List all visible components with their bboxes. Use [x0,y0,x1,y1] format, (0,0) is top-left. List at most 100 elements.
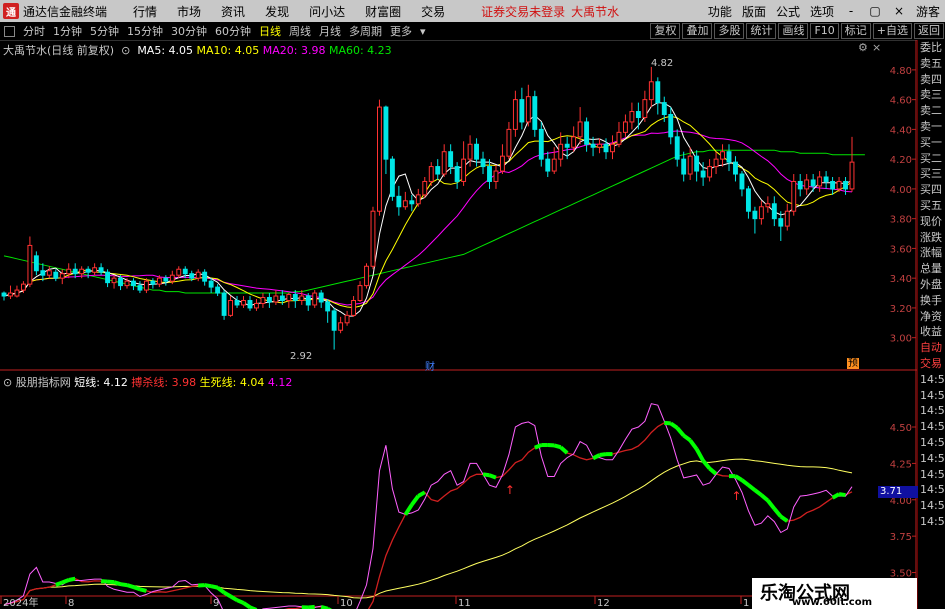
candle-body [396,195,402,208]
quote-panel-label: 卖三 [920,88,942,102]
candle-body [538,128,544,160]
candle-body [532,96,538,130]
main-y-label: 3.80 [890,215,912,226]
finance-marker[interactable]: 财 [425,358,435,373]
bobo-band [534,443,543,450]
bobo-band [113,580,122,587]
quote-panel-label: 14:56 [920,404,945,418]
candle-body [169,274,175,282]
candle-body [8,292,13,297]
low-annotation: 2.92 [290,351,313,362]
ma10-line [3,115,853,309]
candle-body [182,268,188,275]
bobo-band [236,598,245,605]
candle-body [745,188,751,212]
candle-body [260,297,266,304]
candle-body [92,267,98,273]
candle-body [118,277,123,287]
candle-body [551,158,557,172]
candle-body [694,155,700,172]
candle-body [325,301,331,312]
sub-y-label: 3.75 [890,532,912,543]
bobo-band [701,459,712,470]
candle-body [124,280,130,287]
bobo-band [488,473,497,480]
candle-body [234,299,240,306]
kline-chart[interactable]: 4.80 4.60 4.40 4.20 4.00 3.80 3.60 3.40 3.20 3.00… [0,0,945,609]
candle-body [331,310,337,331]
quote-panel-label: 14:56 [920,499,945,513]
quote-panel-label: 委比 [920,41,942,54]
candle-body [46,270,52,276]
quote-panel-label: 外盘 [920,277,942,291]
bobo-band [664,420,671,426]
candle-body [40,270,46,276]
bobo-band [210,584,219,590]
candle-body [202,271,208,282]
main-y-label: 4.00 [890,185,912,196]
candle-body [603,143,609,153]
candle-body [577,121,583,138]
bobo-band [120,582,128,588]
bobo-band [669,421,679,430]
candle-body [512,99,518,130]
candle-body [415,194,421,205]
quote-panel-label: 买四 [920,183,942,197]
main-y-label: 4.20 [890,155,912,166]
candle-body [564,143,570,148]
quote-panel-label: 涨跌 [920,230,942,244]
bobo-band [229,594,239,602]
bobo-band [320,604,329,609]
candle-body [571,136,577,148]
candle-body [629,111,635,123]
candle-body [344,314,350,324]
bobo-band [682,433,692,442]
forecast-marker[interactable]: 预 [847,358,859,369]
candle-body [247,299,253,309]
candle-body [208,280,214,288]
candle-body [402,200,408,208]
bobo-band [747,483,757,492]
candle-body [726,151,732,163]
main-y-label: 4.40 [890,125,912,136]
candle-body [435,166,441,175]
quote-panel: 委比 卖五 卖四 卖三 卖二 卖一 买一 买二 买三 买四 买五 现价 涨跌 涨幅 总量 外盘 换手 净资 收益 自动… [917,40,945,609]
candle-body [830,180,836,190]
candle-body [758,206,764,220]
candle-body [428,166,434,182]
candle-body [254,302,259,309]
candle-body [228,299,234,316]
candle-body [817,176,823,187]
sub-y-label: 4.25 [890,459,912,470]
candle-body [525,96,531,123]
quote-panel-label: 买一 [920,135,942,149]
candle-body [98,267,104,273]
quote-panel-label: 14:56 [920,467,945,481]
x-label: 8 [68,598,74,609]
quote-panel-label: 14:56 [920,435,945,449]
bobo-band [694,448,705,462]
candle-body [655,81,661,104]
candle-body [409,200,415,205]
candle-body [765,203,771,208]
candle-body [111,277,117,284]
candle-body [266,297,272,303]
candle-body [720,151,725,160]
x-label: 11 [458,598,471,609]
candle-body [519,99,525,123]
bobo-band [55,580,63,587]
candle-body [305,295,311,306]
quote-panel-label: 现价 [920,214,942,228]
candle-body [622,121,628,133]
x-label: 9 [213,598,219,609]
bobo-band [107,579,115,585]
quote-panel-label: 买五 [920,198,942,212]
candle-body [635,111,641,118]
candle-body [713,158,719,168]
bobo-band [61,578,70,585]
quote-panel-label: 14:56 [920,514,945,528]
candle-body [312,292,318,306]
quote-panel-label: 买二 [920,151,942,165]
bobo-band [772,507,783,518]
quote-panel-label: 涨幅 [920,246,942,260]
